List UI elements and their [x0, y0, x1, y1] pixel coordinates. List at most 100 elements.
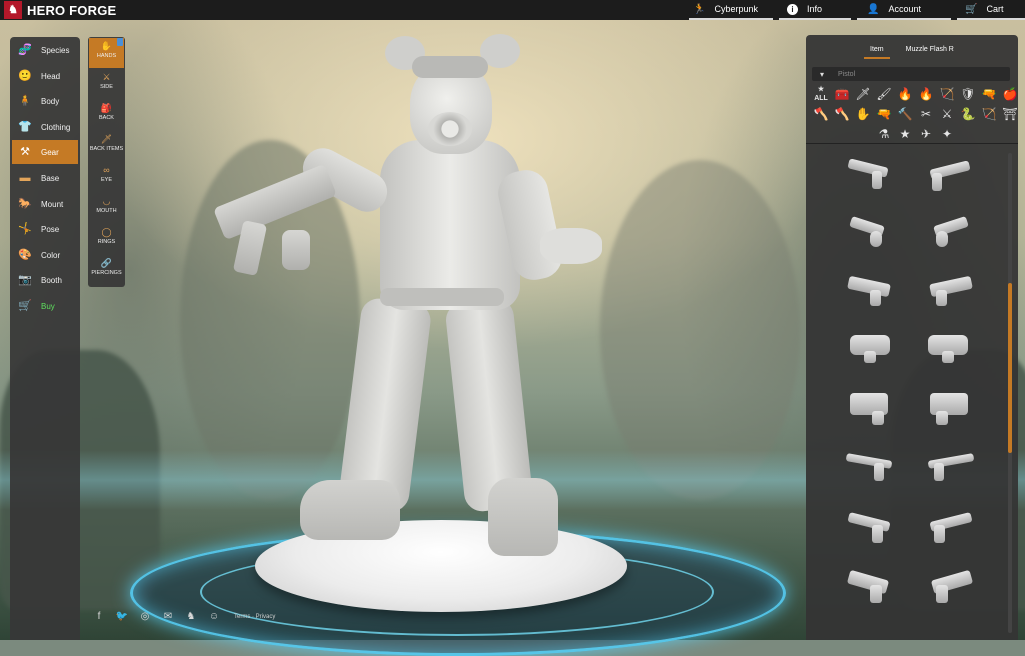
subtab-rings[interactable]: ◯ RINGS	[89, 224, 124, 254]
figure-gas-mask	[428, 112, 472, 146]
banner-icon[interactable]: ⛩	[1001, 105, 1019, 123]
glasses-icon: ∞	[103, 165, 110, 175]
spear-icon[interactable]: 🪓	[812, 105, 830, 123]
lantern-icon[interactable]: 🏹	[980, 105, 998, 123]
copy-icon[interactable]	[117, 38, 123, 46]
dna-icon: 🧬	[18, 44, 32, 56]
fire-icon[interactable]: 🔥	[896, 85, 914, 103]
logo-icon: ♞	[4, 1, 22, 19]
category-sidebar: 🧬 Species 🙂 Head 🧍 Body 👕 Clothing ⚒ Gear ▬ Ba…	[10, 37, 80, 640]
facebook-icon[interactable]: f	[92, 610, 106, 624]
scissors-icon[interactable]: ✂	[917, 105, 935, 123]
discord-icon[interactable]: ☺	[207, 610, 221, 624]
sidebar-item-base[interactable]: ▬ Base	[12, 166, 78, 190]
mail-icon[interactable]: ✉	[161, 610, 175, 624]
sidebar-item-clothing[interactable]: 👕 Clothing	[12, 115, 78, 139]
subtab-back-items[interactable]: 🗡 BACK ITEMS	[89, 131, 124, 161]
gear-tools-icon: ⚒	[20, 146, 30, 158]
hammer-icon[interactable]: 🔨	[896, 105, 914, 123]
axe-icon[interactable]: 🪓	[833, 105, 851, 123]
results-scrollbar-thumb[interactable]	[1008, 283, 1012, 453]
subtab-label: PIERCINGS	[91, 270, 122, 276]
figure-belt	[380, 288, 504, 306]
sidebar-item-label: Mount	[41, 199, 64, 209]
nav-info[interactable]: i Info	[779, 0, 851, 20]
body-icon: 🧍	[18, 95, 32, 107]
subtab-mouth[interactable]: ◡ MOUTH	[89, 193, 124, 223]
sidebar-item-label: Base	[41, 173, 60, 183]
item-thumbnail[interactable]	[846, 272, 896, 310]
backpack-icon: 🎒	[100, 103, 113, 113]
sidebar-item-species[interactable]: 🧬 Species	[12, 38, 78, 62]
item-thumbnail[interactable]	[924, 509, 974, 547]
all-filter-icon[interactable]: ★ ALL	[812, 85, 830, 103]
sidebar-item-head[interactable]: 🙂 Head	[12, 64, 78, 88]
subtab-label: BACK	[99, 115, 114, 121]
tab-muzzle-flash[interactable]: Muzzle Flash R	[900, 43, 960, 59]
instagram-icon[interactable]: ◎	[138, 610, 152, 624]
item-thumbnail[interactable]	[845, 449, 896, 487]
subtab-label: SIDE	[100, 84, 113, 90]
item-thumbnail[interactable]	[846, 509, 896, 547]
toolkit-icon[interactable]: 🧰	[833, 85, 851, 103]
plane-icon[interactable]: ✈	[917, 125, 935, 143]
ring-icon: ◯	[101, 227, 112, 237]
item-thumbnail[interactable]	[924, 215, 974, 253]
item-thumbnail[interactable]	[924, 272, 974, 310]
bow-icon[interactable]: 🏹	[938, 85, 956, 103]
item-thumbnail[interactable]	[846, 215, 896, 253]
subtab-eye[interactable]: ∞ EYE	[89, 162, 124, 192]
pistol-icon[interactable]: 🔫	[875, 105, 893, 123]
item-thumbnail[interactable]	[846, 567, 896, 605]
star-icon[interactable]: ★	[896, 125, 914, 143]
flame-icon[interactable]: 🔥	[917, 85, 935, 103]
nav-account[interactable]: 👤 Account	[857, 0, 951, 20]
sidebar-item-body[interactable]: 🧍 Body	[12, 89, 78, 113]
item-search-input[interactable]: ▾ Pistol	[812, 67, 1010, 81]
sidebar-item-pose[interactable]: 🤸 Pose	[12, 217, 78, 241]
footer-links[interactable]: Terms · Privacy	[234, 614, 275, 620]
hero-forge-small-icon[interactable]: ♞	[184, 610, 198, 624]
item-thumbnail[interactable]	[924, 449, 975, 487]
nav-cyberpunk[interactable]: 🏃 Cyberpunk	[689, 0, 773, 20]
sidebar-item-gear[interactable]: ⚒ Gear	[12, 140, 78, 164]
sidebar-item-mount[interactable]: 🐎 Mount	[12, 192, 78, 216]
brush-icon[interactable]: 🖌	[875, 85, 893, 103]
sidebar-item-label: Pose	[41, 224, 60, 234]
hand-filter-icon[interactable]: ✋	[854, 105, 872, 123]
whip-icon[interactable]: 🐍	[959, 105, 977, 123]
item-thumbnail[interactable]	[924, 567, 974, 605]
item-thumbnail[interactable]	[846, 389, 896, 427]
apple-icon[interactable]: 🍎	[1001, 85, 1019, 103]
flask-icon[interactable]: ⚗	[875, 125, 893, 143]
sidebar-item-booth[interactable]: 📷 Booth	[12, 268, 78, 292]
palette-icon: 🎨	[18, 249, 32, 261]
twitter-icon[interactable]: 🐦	[115, 610, 129, 624]
item-tabs: Item Muzzle Flash R	[864, 43, 960, 59]
rifle-icon[interactable]: 🔫	[980, 85, 998, 103]
sparkle-icon[interactable]: ✦	[938, 125, 956, 143]
item-thumbnail[interactable]	[924, 157, 974, 195]
shield-icon[interactable]: 🛡	[959, 85, 977, 103]
item-thumbnail[interactable]	[924, 329, 974, 367]
runner-icon: 🏃	[693, 3, 706, 15]
item-thumbnail[interactable]	[846, 157, 896, 195]
item-thumbnail[interactable]	[924, 389, 974, 427]
sword-icon[interactable]: 🗡	[854, 85, 872, 103]
item-results-grid	[806, 147, 1018, 640]
hero-forge-logo[interactable]: ♞ HERO FORGE	[0, 0, 116, 20]
tab-item[interactable]: Item	[864, 43, 890, 59]
head-icon: 🙂	[18, 70, 32, 82]
sidebar-item-color[interactable]: 🎨 Color	[12, 243, 78, 267]
subtab-side[interactable]: ⚔ SIDE	[89, 69, 124, 99]
crossed-swords-icon: ⚔	[102, 72, 111, 82]
subtab-back[interactable]: 🎒 BACK	[89, 100, 124, 130]
subtab-piercings[interactable]: 🔗 PIERCINGS	[89, 255, 124, 285]
nav-cart[interactable]: 🛒 Cart	[957, 0, 1025, 20]
item-thumbnail[interactable]	[846, 329, 896, 367]
chain-icon: 🔗	[100, 258, 113, 268]
crossed-blades-icon[interactable]: ⚔	[938, 105, 956, 123]
figure-hand-left	[282, 230, 310, 270]
filter-dropdown-icon[interactable]: ▾	[820, 70, 824, 79]
sidebar-item-buy[interactable]: 🛒 Buy	[12, 294, 78, 318]
